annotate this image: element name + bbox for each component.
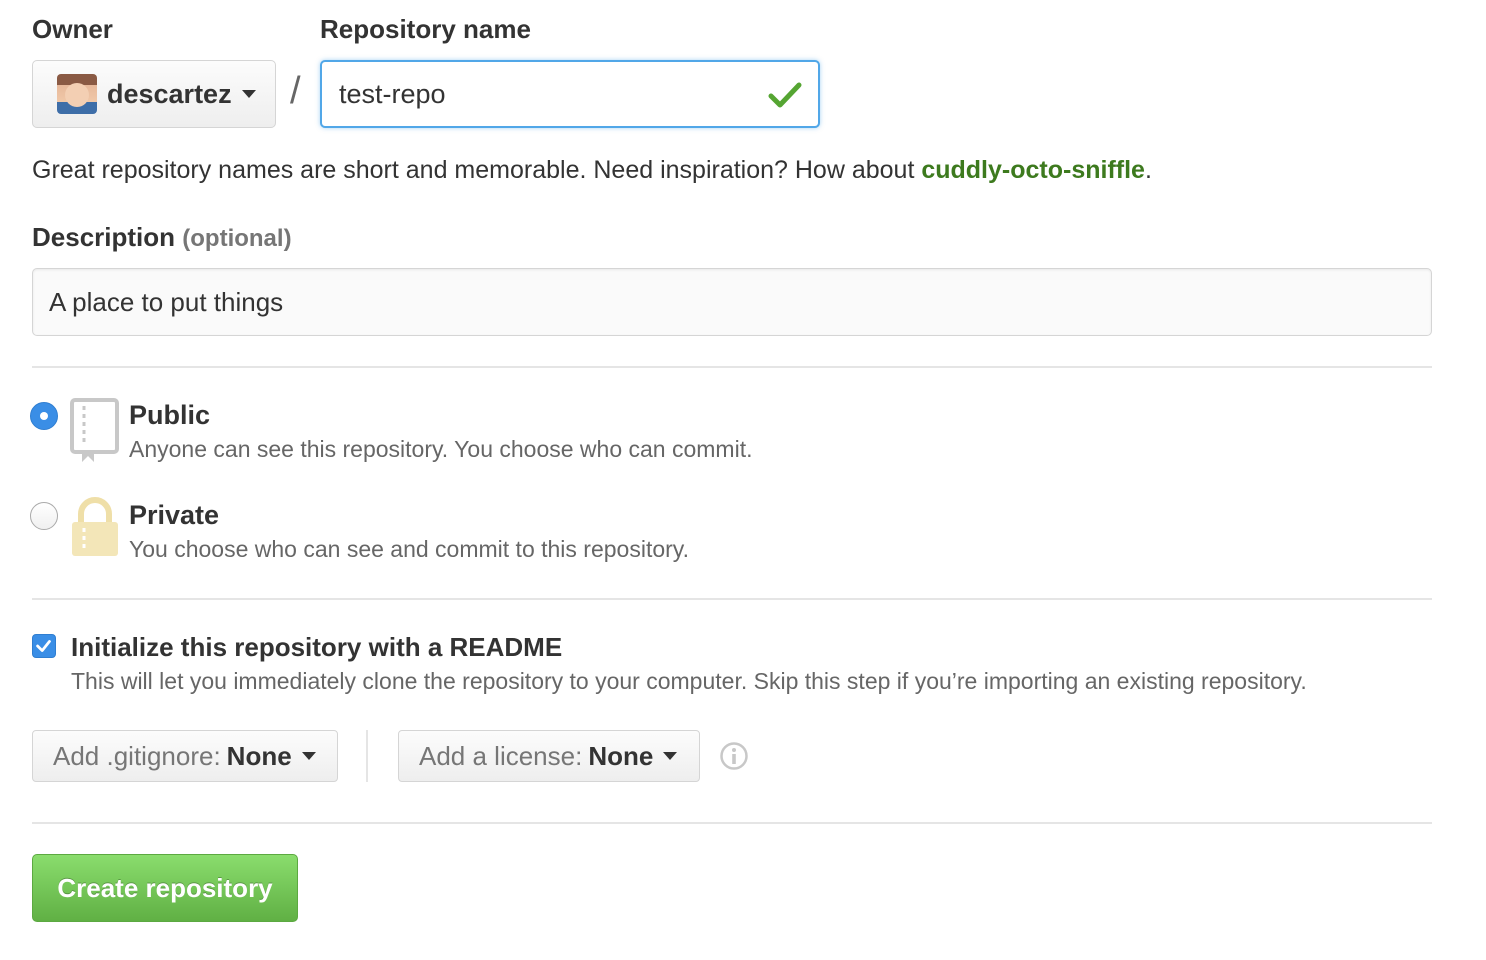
owner-repo-separator: / bbox=[290, 70, 301, 112]
repo-book-icon bbox=[70, 398, 119, 462]
license-dropdown[interactable]: Add a license: None bbox=[398, 730, 700, 782]
repo-name-input[interactable]: test-repo bbox=[320, 60, 820, 128]
description-label: Description (optional) bbox=[32, 222, 292, 253]
info-icon[interactable] bbox=[719, 741, 749, 771]
private-radio[interactable] bbox=[30, 502, 58, 530]
readme-description: This will let you immediately clone the … bbox=[71, 668, 1307, 694]
readme-checkbox[interactable] bbox=[32, 634, 56, 658]
gitignore-prefix: Add .gitignore: bbox=[53, 740, 221, 771]
description-value: A place to put things bbox=[49, 286, 284, 317]
divider bbox=[32, 366, 1432, 368]
public-description: Anyone can see this repository. You choo… bbox=[129, 436, 753, 462]
description-optional: (optional) bbox=[182, 225, 292, 252]
repo-name-value: test-repo bbox=[339, 78, 446, 109]
private-description: You choose who can see and commit to thi… bbox=[129, 536, 689, 562]
license-value: None bbox=[588, 740, 654, 771]
chevron-down-icon bbox=[241, 90, 256, 98]
private-title: Private bbox=[129, 500, 220, 530]
description-input[interactable]: A place to put things bbox=[32, 268, 1432, 336]
owner-dropdown[interactable]: descartez bbox=[32, 60, 276, 128]
create-repository-label: Create repository bbox=[57, 872, 273, 903]
chevron-down-icon bbox=[663, 752, 678, 760]
check-icon bbox=[768, 82, 802, 108]
repo-name-hint: Great repository names are short and mem… bbox=[32, 156, 1152, 185]
divider bbox=[32, 598, 1432, 600]
owner-label: Owner bbox=[32, 14, 113, 44]
hint-end: . bbox=[1144, 156, 1152, 184]
readme-title: Initialize this repository with a README bbox=[71, 632, 563, 662]
repo-name-label: Repository name bbox=[320, 14, 531, 44]
description-label-text: Description bbox=[32, 222, 176, 252]
lock-icon bbox=[72, 497, 118, 556]
license-prefix: Add a license: bbox=[419, 740, 583, 771]
chevron-down-icon bbox=[301, 752, 316, 760]
public-title: Public bbox=[129, 400, 211, 430]
gitignore-value: None bbox=[226, 740, 292, 771]
owner-name: descartez bbox=[107, 78, 232, 109]
create-repository-button[interactable]: Create repository bbox=[32, 854, 298, 922]
avatar bbox=[57, 74, 97, 114]
name-suggestion-link[interactable]: cuddly-octo-sniffle bbox=[921, 156, 1145, 184]
vertical-divider bbox=[366, 730, 368, 782]
public-radio[interactable] bbox=[30, 402, 58, 430]
gitignore-dropdown[interactable]: Add .gitignore: None bbox=[32, 730, 338, 782]
divider bbox=[32, 822, 1432, 824]
hint-text: Great repository names are short and mem… bbox=[32, 156, 922, 184]
checkbox-check-icon bbox=[36, 640, 51, 652]
